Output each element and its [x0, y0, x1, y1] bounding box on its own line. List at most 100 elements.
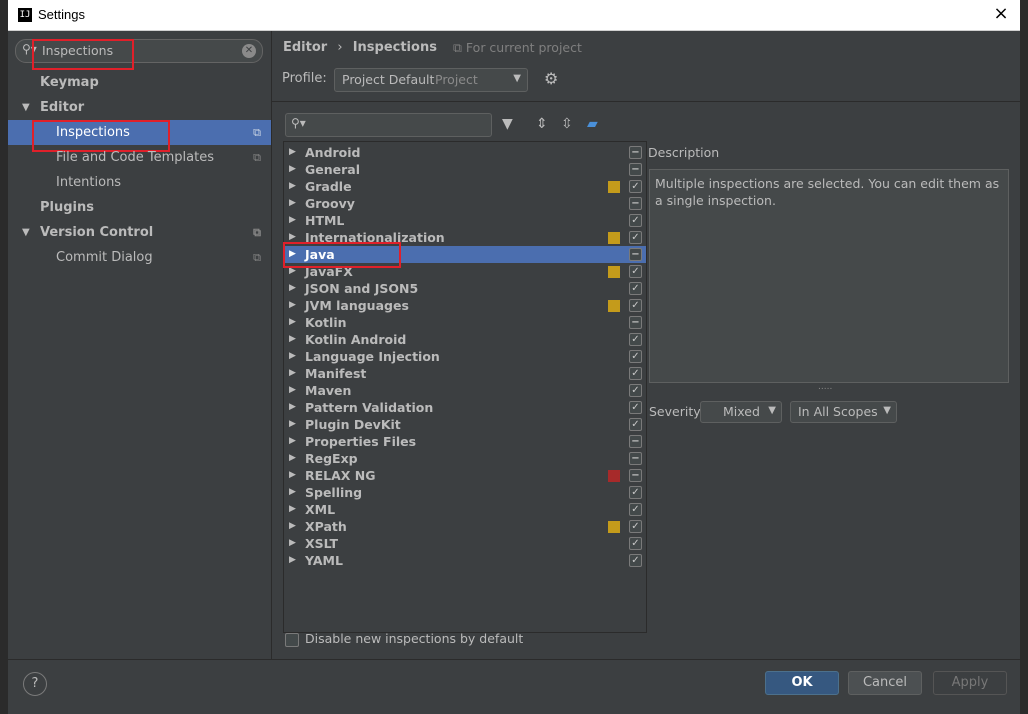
checked-checkbox[interactable]: ✓	[629, 214, 642, 227]
checked-checkbox[interactable]: ✓	[629, 503, 642, 516]
checked-checkbox[interactable]: ✓	[629, 367, 642, 380]
chevron-right-icon[interactable]: ▶	[289, 331, 296, 348]
chevron-down-icon[interactable]: ▼	[22, 95, 30, 120]
inspection-row[interactable]: ▶ JavaFX ✓	[284, 263, 646, 280]
chevron-right-icon[interactable]: ▶	[289, 399, 296, 416]
apply-button[interactable]: Apply	[933, 671, 1007, 695]
chevron-down-icon[interactable]: ▼	[22, 220, 30, 245]
chevron-right-icon[interactable]: ▶	[289, 433, 296, 450]
partial-checkbox[interactable]: −	[629, 146, 642, 159]
checked-checkbox[interactable]: ✓	[629, 401, 642, 414]
inspection-row[interactable]: ▶ Pattern Validation ✓	[284, 399, 646, 416]
checked-checkbox[interactable]: ✓	[629, 384, 642, 397]
chevron-right-icon[interactable]: ▶	[289, 195, 296, 212]
chevron-right-icon[interactable]: ▶	[289, 450, 296, 467]
severity-dropdown[interactable]: Mixed ▼	[700, 401, 782, 423]
chevron-right-icon[interactable]: ▶	[289, 416, 296, 433]
inspection-row[interactable]: ▶ Spelling ✓	[284, 484, 646, 501]
chevron-right-icon[interactable]: ▶	[289, 212, 296, 229]
inspection-row[interactable]: ▶ Properties Files −	[284, 433, 646, 450]
cancel-button[interactable]: Cancel	[848, 671, 922, 695]
checked-checkbox[interactable]: ✓	[629, 231, 642, 244]
checked-checkbox[interactable]: ✓	[629, 282, 642, 295]
inspection-row[interactable]: ▶ General −	[284, 161, 646, 178]
checked-checkbox[interactable]: ✓	[629, 554, 642, 567]
scope-dropdown[interactable]: In All Scopes ▼	[790, 401, 897, 423]
eraser-icon[interactable]: ▰	[587, 116, 598, 132]
inspection-row[interactable]: ▶ YAML ✓	[284, 552, 646, 569]
sidebar-item-version-control[interactable]: ▼ Version Control ⧉	[8, 220, 271, 245]
close-icon[interactable]: ×	[990, 3, 1012, 25]
help-button[interactable]: ?	[23, 672, 47, 696]
chevron-right-icon[interactable]: ▶	[289, 467, 296, 484]
profile-dropdown[interactable]: Project Default Project ▼	[334, 68, 528, 92]
chevron-right-icon[interactable]: ▶	[289, 518, 296, 535]
chevron-right-icon[interactable]: ▶	[289, 365, 296, 382]
checkbox-box[interactable]	[285, 632, 299, 647]
inspection-row[interactable]: ▶ Manifest ✓	[284, 365, 646, 382]
sidebar-item-file-and-code-templates[interactable]: File and Code Templates ⧉	[8, 145, 271, 170]
inspection-row[interactable]: ▶ Language Injection ✓	[284, 348, 646, 365]
chevron-right-icon[interactable]: ▶	[289, 280, 296, 297]
expand-all-icon[interactable]: ⇕	[536, 116, 548, 132]
inspection-filter-input[interactable]: ⚲▾	[285, 113, 492, 137]
breadcrumb-parent[interactable]: Editor	[283, 40, 327, 55]
sidebar-item-intentions[interactable]: Intentions	[8, 170, 271, 195]
partial-checkbox[interactable]: −	[629, 248, 642, 261]
sidebar-item-editor[interactable]: ▼ Editor	[8, 95, 271, 120]
clear-search-icon[interactable]: ✕	[242, 44, 256, 58]
inspection-row[interactable]: ▶ Kotlin Android ✓	[284, 331, 646, 348]
chevron-right-icon[interactable]: ▶	[289, 382, 296, 399]
ok-button[interactable]: OK	[765, 671, 839, 695]
disable-new-inspections-checkbox[interactable]: Disable new inspections by default	[285, 631, 523, 647]
inspection-row[interactable]: ▶ Kotlin −	[284, 314, 646, 331]
chevron-right-icon[interactable]: ▶	[289, 348, 296, 365]
partial-checkbox[interactable]: −	[629, 316, 642, 329]
inspection-row[interactable]: ▶ Groovy −	[284, 195, 646, 212]
chevron-right-icon[interactable]: ▶	[289, 535, 296, 552]
sidebar-item-commit-dialog[interactable]: Commit Dialog ⧉	[8, 245, 271, 270]
filter-icon[interactable]: ▼	[502, 116, 513, 132]
sidebar-item-plugins[interactable]: Plugins	[8, 195, 271, 220]
checked-checkbox[interactable]: ✓	[629, 350, 642, 363]
checked-checkbox[interactable]: ✓	[629, 418, 642, 431]
partial-checkbox[interactable]: −	[629, 197, 642, 210]
checked-checkbox[interactable]: ✓	[629, 520, 642, 533]
checked-checkbox[interactable]: ✓	[629, 537, 642, 550]
partial-checkbox[interactable]: −	[629, 452, 642, 465]
checked-checkbox[interactable]: ✓	[629, 180, 642, 193]
chevron-right-icon[interactable]: ▶	[289, 178, 296, 195]
checked-checkbox[interactable]: ✓	[629, 486, 642, 499]
chevron-right-icon[interactable]: ▶	[289, 552, 296, 569]
sidebar-item-inspections[interactable]: Inspections ⧉	[8, 120, 271, 145]
chevron-right-icon[interactable]: ▶	[289, 161, 296, 178]
inspection-row[interactable]: ▶ Gradle ✓	[284, 178, 646, 195]
inspection-row[interactable]: ▶ Internationalization ✓	[284, 229, 646, 246]
settings-search-input[interactable]: ⚲▾ Inspections ✕	[15, 39, 263, 63]
checked-checkbox[interactable]: ✓	[629, 333, 642, 346]
gear-icon[interactable]: ⚙	[544, 69, 558, 88]
sidebar-item-keymap[interactable]: Keymap	[8, 70, 271, 95]
chevron-right-icon[interactable]: ▶	[289, 229, 296, 246]
inspection-row[interactable]: ▶ RELAX NG −	[284, 467, 646, 484]
inspection-row[interactable]: ▶ JSON and JSON5 ✓	[284, 280, 646, 297]
inspection-row[interactable]: ▶ RegExp −	[284, 450, 646, 467]
inspection-row[interactable]: ▶ XML ✓	[284, 501, 646, 518]
inspection-row[interactable]: ▶ JVM languages ✓	[284, 297, 646, 314]
partial-checkbox[interactable]: −	[629, 435, 642, 448]
checked-checkbox[interactable]: ✓	[629, 265, 642, 278]
chevron-right-icon[interactable]: ▶	[289, 484, 296, 501]
inspection-row[interactable]: ▶ Plugin DevKit ✓	[284, 416, 646, 433]
inspection-row[interactable]: ▶ Maven ✓	[284, 382, 646, 399]
chevron-right-icon[interactable]: ▶	[289, 297, 296, 314]
chevron-right-icon[interactable]: ▶	[289, 144, 296, 161]
resize-grip[interactable]: .....	[818, 382, 832, 392]
chevron-right-icon[interactable]: ▶	[289, 263, 296, 280]
collapse-all-icon[interactable]: ⇳	[561, 116, 573, 132]
chevron-right-icon[interactable]: ▶	[289, 246, 296, 263]
inspection-row[interactable]: ▶ Java −	[284, 246, 646, 263]
chevron-right-icon[interactable]: ▶	[289, 314, 296, 331]
inspection-row[interactable]: ▶ XSLT ✓	[284, 535, 646, 552]
inspection-row[interactable]: ▶ XPath ✓	[284, 518, 646, 535]
checked-checkbox[interactable]: ✓	[629, 299, 642, 312]
